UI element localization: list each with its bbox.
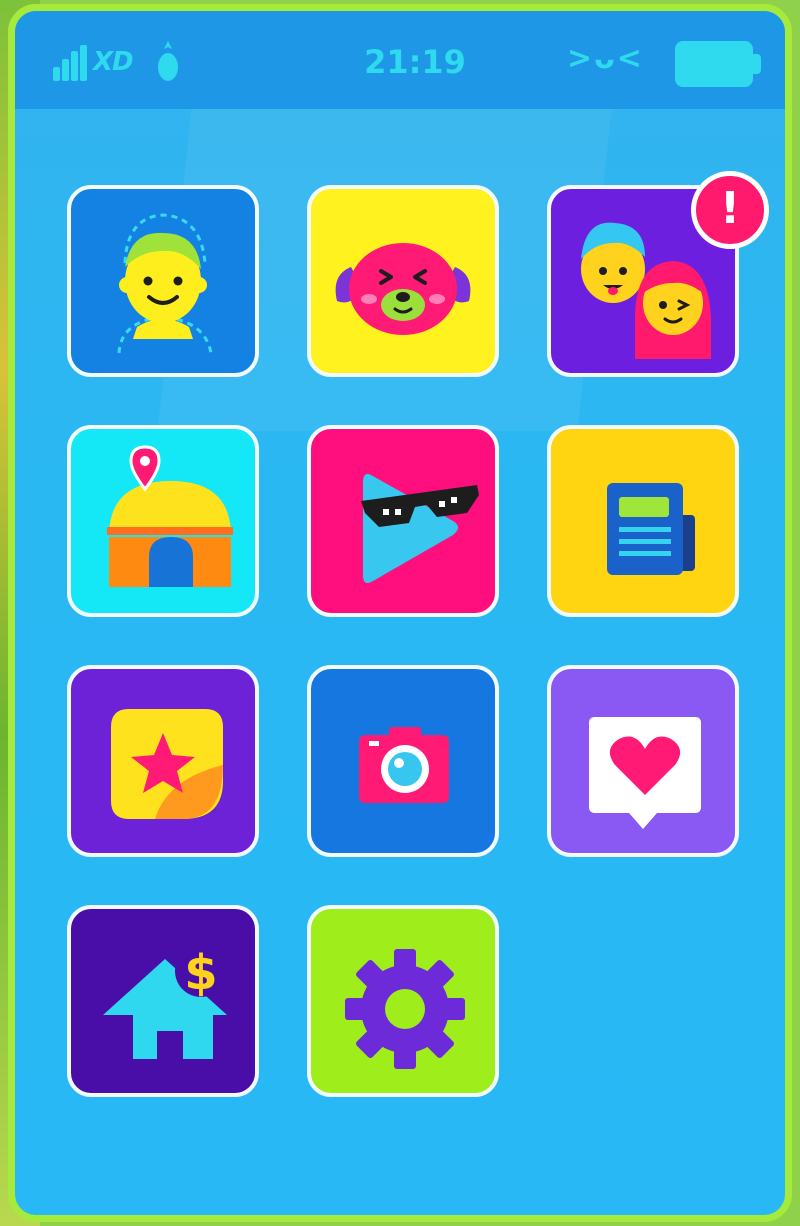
pink-dog-icon [335,243,471,335]
notification-badge: ! [691,171,769,249]
emoticon-face: >ᴗ< [567,41,644,76]
app-camera[interactable] [307,665,499,857]
heart-bubble-icon [589,717,701,829]
app-likes[interactable] [547,665,739,857]
house-dollar-icon: $ [103,945,227,1059]
app-news[interactable] [547,425,739,617]
status-bar: XD 21:19 >ᴗ< [15,11,785,109]
app-real-estate[interactable]: $ [67,905,259,1097]
app-favorites[interactable] [67,665,259,857]
star-sticker-icon [111,709,223,819]
dome-house-pin-icon [107,445,233,587]
face-outline-icon [117,213,213,354]
phone-screen: XD 21:19 >ᴗ< ! $ [8,4,792,1222]
clock: 21:19 [364,43,466,81]
svg-text:$: $ [184,945,217,1001]
newspaper-icon [607,483,695,575]
pineapple-icon [158,41,178,81]
gear-icon [345,949,465,1069]
app-avatar-creator[interactable] [67,185,259,377]
signal-icon [53,45,87,81]
app-house-map[interactable] [67,425,259,617]
app-settings[interactable] [307,905,499,1097]
app-video[interactable] [307,425,499,617]
battery-icon [675,41,761,87]
app-pets[interactable] [307,185,499,377]
play-sunglasses-icon [361,474,479,583]
carrier-label: XD [93,47,134,77]
camera-icon [359,727,449,803]
